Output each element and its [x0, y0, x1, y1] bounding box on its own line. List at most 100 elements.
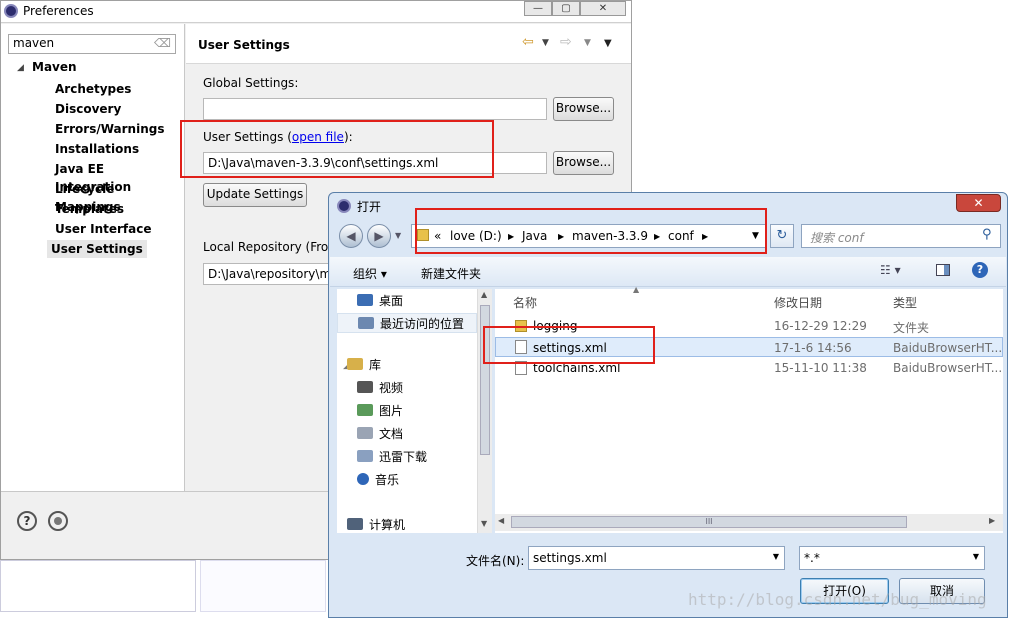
- nav-recent-places[interactable]: 最近访问的位置: [337, 313, 477, 333]
- file-date: 16-12-29 12:29: [774, 319, 867, 333]
- local-repository-label: Local Repository (Fro: [203, 240, 329, 254]
- help-icon[interactable]: ?: [972, 262, 988, 278]
- import-export-icon[interactable]: [48, 511, 68, 531]
- nav-xunlei-label: 迅雷下载: [379, 450, 428, 464]
- navigation-pane: 桌面 最近访问的位置 ◢ 库 视频 图片 文档 迅雷下载 音乐 计算机: [337, 289, 492, 533]
- back-button[interactable]: ◀: [339, 224, 363, 248]
- filter-input-value: maven: [13, 36, 55, 50]
- search-box[interactable]: 搜索 conf ⚲: [801, 224, 1001, 248]
- forward-button[interactable]: ▶: [367, 224, 391, 248]
- file-date: 17-1-6 14:56: [774, 341, 852, 355]
- column-header-type[interactable]: 类型: [893, 294, 917, 311]
- tree-item-errors-warnings[interactable]: Errors/Warnings: [51, 120, 168, 138]
- library-icon: [347, 358, 363, 370]
- nav-documents[interactable]: 文档: [357, 424, 403, 444]
- view-menu-icon[interactable]: ▼: [604, 38, 612, 49]
- tree-root-maven[interactable]: Maven: [32, 60, 77, 74]
- filter-dropdown-icon[interactable]: ▼: [973, 552, 979, 561]
- file-date: 15-11-10 11:38: [774, 361, 867, 375]
- nav-music[interactable]: 音乐: [357, 470, 399, 490]
- page-title: User Settings: [198, 38, 290, 52]
- nav-libraries[interactable]: 库: [347, 355, 381, 375]
- file-type-select[interactable]: *.* ▼: [799, 546, 985, 570]
- column-header-date[interactable]: 修改日期: [774, 294, 822, 311]
- file-list-hscrollbar[interactable]: ◀ III ▶: [495, 514, 1003, 531]
- scroll-up-icon[interactable]: ▲: [481, 290, 487, 299]
- page-header: User Settings ⇦ ▼ ⇨ ▼ ▼: [186, 24, 631, 64]
- back-arrow-icon[interactable]: ⇦: [522, 34, 534, 50]
- update-settings-button[interactable]: Update Settings: [203, 183, 307, 207]
- filename-dropdown-icon[interactable]: ▼: [773, 552, 779, 561]
- global-settings-field[interactable]: [203, 98, 547, 120]
- nav-computer-label: 计算机: [369, 518, 406, 532]
- maximize-button[interactable]: ▢: [552, 1, 580, 16]
- tree-item-templates[interactable]: Templates: [51, 200, 128, 218]
- nav-video-label: 视频: [379, 381, 404, 395]
- filename-input[interactable]: settings.xml ▼: [528, 546, 785, 570]
- hscroll-thumb[interactable]: III: [511, 516, 907, 528]
- organize-menu[interactable]: 组织 ▾: [353, 265, 387, 282]
- highlight-box-settings-file: [483, 326, 655, 364]
- filename-label: 文件名(N):: [466, 554, 525, 568]
- nav-desktop-label: 桌面: [379, 294, 404, 308]
- nav-recent-label: 最近访问的位置: [380, 317, 465, 331]
- tree-item-user-interface[interactable]: User Interface: [51, 220, 156, 238]
- search-icon[interactable]: ⚲: [982, 227, 992, 242]
- scroll-right-icon[interactable]: ▶: [989, 516, 995, 525]
- minimize-button[interactable]: —: [524, 1, 552, 16]
- tree-item-archetypes[interactable]: Archetypes: [51, 80, 135, 98]
- filename-value: settings.xml: [533, 551, 607, 565]
- nav-libraries-label: 库: [369, 358, 382, 372]
- nav-video[interactable]: 视频: [357, 378, 403, 398]
- local-repository-field[interactable]: D:\Java\repository\m: [203, 263, 343, 285]
- view-options-icon[interactable]: ☷ ▾: [880, 263, 901, 277]
- new-folder-button[interactable]: 新建文件夹: [421, 265, 481, 282]
- nav-desktop[interactable]: 桌面: [357, 291, 403, 311]
- scroll-left-icon[interactable]: ◀: [498, 516, 504, 525]
- window-title: Preferences: [23, 4, 94, 18]
- user-browse-button[interactable]: Browse...: [553, 151, 614, 175]
- file-type: 文件夹: [893, 321, 930, 335]
- sort-ascending-icon: ▲: [633, 285, 640, 294]
- recent-places-icon: [358, 317, 374, 329]
- pictures-icon: [357, 404, 373, 416]
- watermark-text: http://blog.csdn.net/bug_moving: [688, 590, 987, 609]
- dialog-title: 打开: [357, 200, 382, 214]
- desktop-icon: [357, 294, 373, 306]
- nav-music-label: 音乐: [375, 473, 400, 487]
- scroll-down-icon[interactable]: ▼: [481, 519, 487, 528]
- nav-pictures[interactable]: 图片: [357, 401, 403, 421]
- file-type: BaiduBrowserHT...: [893, 341, 1003, 355]
- forward-dropdown-icon[interactable]: ▼: [584, 38, 591, 48]
- tree-item-user-settings[interactable]: User Settings: [47, 240, 147, 258]
- back-dropdown-icon[interactable]: ▼: [542, 38, 549, 48]
- background-panel: [0, 560, 196, 612]
- filter-input[interactable]: maven ⌫: [8, 34, 176, 54]
- expand-arrow-icon[interactable]: ◢: [17, 63, 24, 73]
- tree-item-lifecycle-mappings[interactable]: Lifecycle Mappings: [51, 180, 184, 214]
- clear-filter-icon[interactable]: ⌫: [154, 36, 171, 50]
- tree-item-installations[interactable]: Installations: [51, 140, 143, 158]
- documents-icon: [357, 427, 373, 439]
- search-placeholder: 搜索 conf: [810, 231, 864, 245]
- help-icon[interactable]: ?: [17, 511, 37, 531]
- recent-pages-dropdown-icon[interactable]: ▼: [395, 231, 401, 240]
- downloads-icon: [357, 450, 373, 462]
- command-bar: 组织 ▾ 新建文件夹 ☷ ▾ ?: [330, 257, 1006, 287]
- preferences-tree-panel: maven ⌫ ◢ Maven Archetypes Discovery Err…: [1, 24, 185, 491]
- global-settings-label: Global Settings:: [203, 76, 299, 90]
- refresh-icon[interactable]: ↻: [770, 224, 794, 248]
- column-header-name[interactable]: 名称: [513, 294, 537, 311]
- tree-item-java-ee-integration[interactable]: Java EE Integration: [51, 160, 184, 194]
- dialog-close-button[interactable]: ✕: [956, 194, 1001, 212]
- computer-icon: [347, 518, 363, 530]
- video-icon: [357, 381, 373, 393]
- global-browse-button[interactable]: Browse...: [553, 97, 614, 121]
- nav-computer[interactable]: 计算机: [347, 515, 405, 535]
- tree-item-discovery[interactable]: Discovery: [51, 100, 125, 118]
- nav-xunlei[interactable]: 迅雷下载: [357, 447, 427, 467]
- forward-arrow-icon[interactable]: ⇨: [560, 34, 572, 50]
- preview-pane-icon[interactable]: [936, 264, 950, 276]
- nav-pictures-label: 图片: [379, 404, 404, 418]
- close-button[interactable]: ✕: [580, 1, 626, 16]
